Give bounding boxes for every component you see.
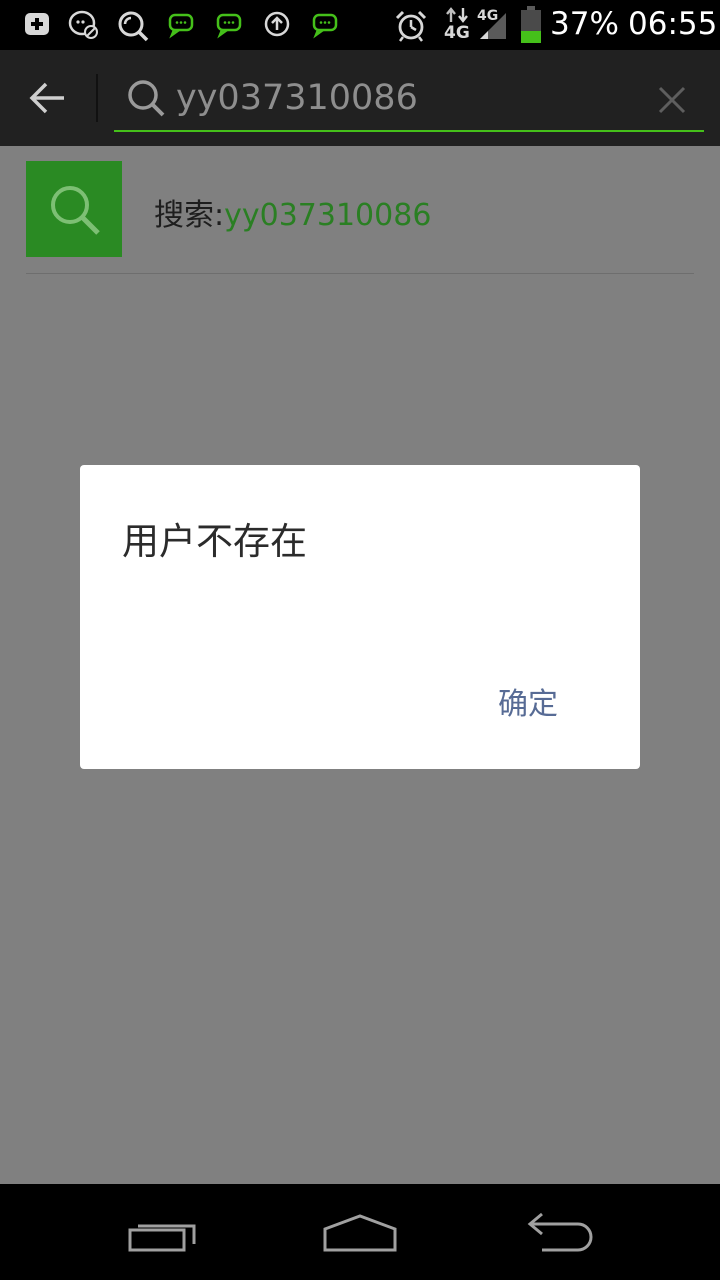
alert-dialog: 用户不存在 确定 — [80, 465, 640, 769]
nav-back-button[interactable] — [518, 1202, 608, 1262]
search-icon — [126, 78, 166, 122]
wechat-message-icon — [166, 9, 196, 43]
back-icon — [527, 1212, 593, 1252]
sync-icon — [262, 9, 292, 43]
navigation-bar — [0, 1184, 720, 1280]
recent-apps-button[interactable] — [118, 1202, 208, 1262]
signal-icon — [478, 12, 508, 44]
battery-percent: 37% — [550, 6, 619, 42]
recent-apps-icon — [128, 1224, 196, 1252]
search-header — [0, 50, 720, 146]
status-bar: 4G 4G 37% 06:55 — [0, 0, 720, 50]
back-button[interactable] — [22, 76, 74, 120]
dialog-message: 用户不存在 — [122, 520, 307, 563]
search-result-row[interactable]: 搜索:yy037310086 — [26, 161, 694, 274]
add-notification-icon — [22, 9, 52, 43]
battery-icon — [520, 6, 542, 48]
search-input[interactable] — [176, 74, 636, 122]
header-divider — [96, 74, 98, 122]
search-field[interactable] — [114, 68, 704, 132]
status-time: 06:55 — [628, 6, 718, 42]
wechat-message-icon — [214, 9, 244, 43]
search-app-icon — [116, 9, 150, 47]
alarm-icon — [394, 9, 428, 47]
close-icon — [658, 86, 686, 114]
search-result-prefix: 搜索: — [154, 198, 225, 233]
search-result-label: 搜索:yy037310086 — [154, 190, 431, 234]
chat-muted-icon — [68, 9, 100, 45]
screen: 4G 4G 37% 06:55 yy037310086 搜索:yy0373100… — [0, 0, 720, 1280]
home-button[interactable] — [315, 1202, 405, 1262]
search-icon — [51, 186, 100, 235]
search-result-query: yy037310086 — [224, 198, 432, 233]
arrow-left-icon — [29, 82, 64, 114]
ok-button[interactable]: 确定 — [498, 679, 558, 723]
home-icon — [323, 1214, 397, 1252]
wechat-message-icon — [310, 9, 340, 43]
network-type-bottom: 4G — [444, 23, 470, 43]
result-icon-box — [26, 161, 122, 257]
clear-search-button[interactable] — [650, 78, 694, 122]
